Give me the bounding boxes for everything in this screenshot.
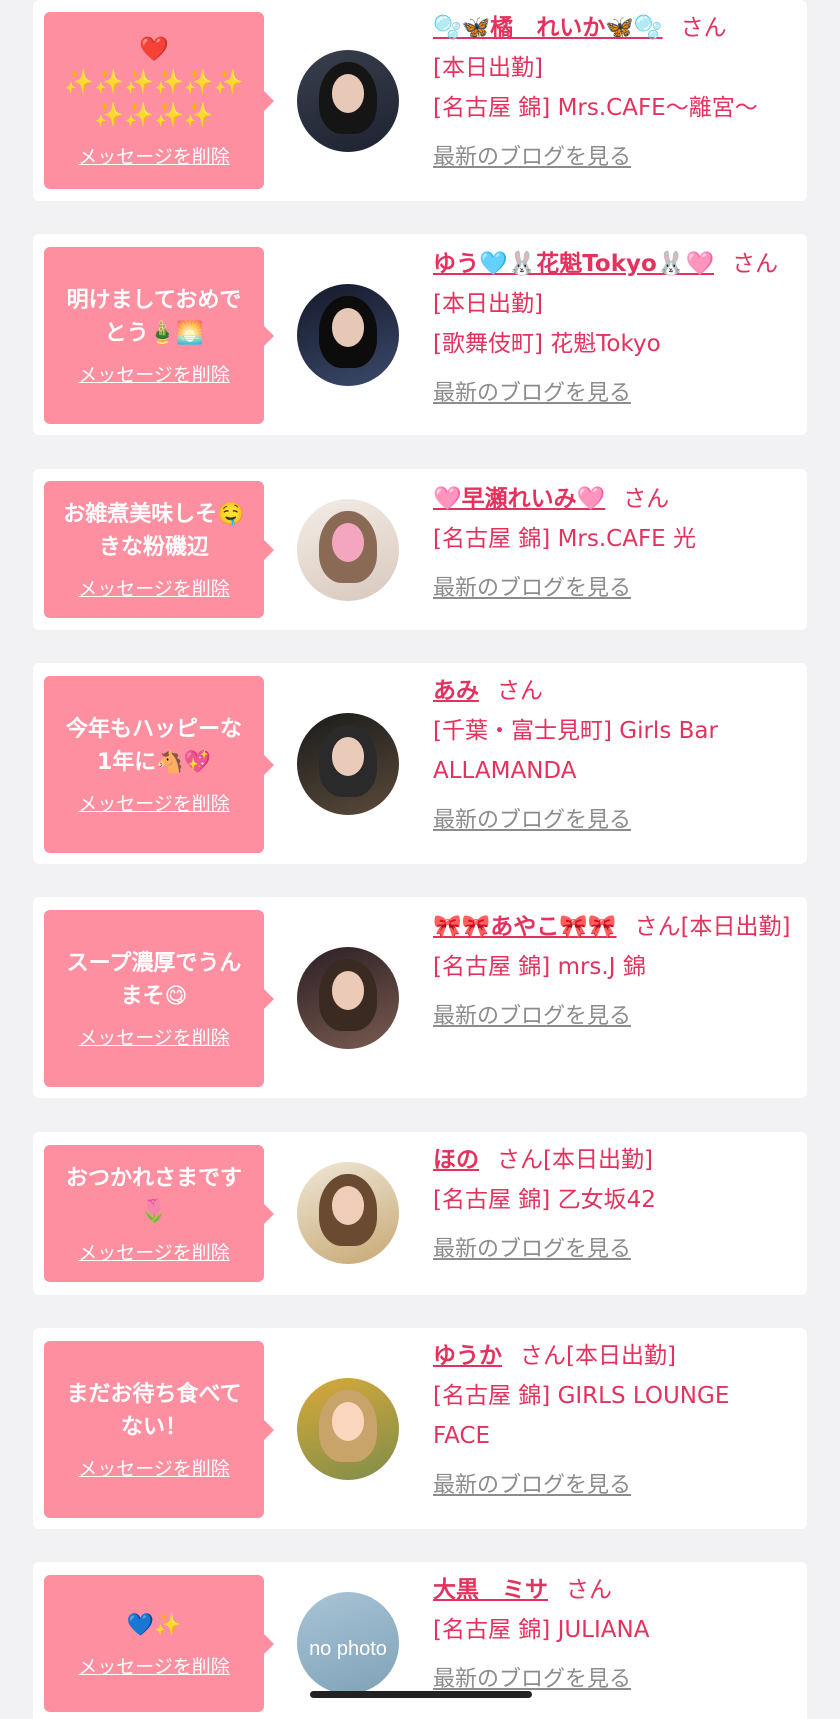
delete-message-link[interactable]: メッセージを削除 (78, 574, 230, 601)
delete-message-link[interactable]: メッセージを削除 (78, 1023, 230, 1050)
message-text: 明けましておめで とう🎍🌅 (66, 288, 242, 346)
profile-info: ゆうか さん[本日出勤] [名古屋 錦] GIRLS LOUNGE FACE 最新… (433, 1336, 793, 1506)
profile-name-link[interactable]: ゆうか (433, 1343, 502, 1369)
avatar[interactable] (297, 947, 399, 1049)
latest-blog-link[interactable]: 最新のブログを見る (433, 1466, 631, 1506)
message-bubble: お雑煮美味しそ🤤 きな粉磯辺 メッセージを削除 (44, 481, 274, 618)
message-text: ❤️ ✨✨✨✨✨✨ ✨✨✨✨ (64, 34, 244, 129)
honorific: さん (497, 1147, 543, 1173)
shop-text: [名古屋 錦] GIRLS LOUNGE FACE (433, 1383, 730, 1449)
avatar[interactable] (297, 713, 399, 815)
message-bubble: 💙✨ メッセージを削除 (44, 1575, 274, 1712)
profile-name-link[interactable]: 🫧🦋橘 れいか🦋🫧 (433, 15, 663, 41)
profile-info: ほの さん[本日出勤] [名古屋 錦] 乙女坂42 最新のブログを見る (433, 1140, 793, 1270)
message-card: おつかれさまです 🌷 メッセージを削除 ほの さん[本日出勤] [名古屋 錦] 乙… (33, 1132, 807, 1295)
delete-message-link[interactable]: メッセージを削除 (78, 789, 230, 816)
profile-name-link[interactable]: ほの (433, 1147, 479, 1173)
message-text: お雑煮美味しそ🤤 きな粉磯辺 (63, 502, 245, 560)
message-bubble: まだお待ち食べて ない！ メッセージを削除 (44, 1341, 274, 1518)
message-bubble: ❤️ ✨✨✨✨✨✨ ✨✨✨✨ メッセージを削除 (44, 12, 274, 189)
profile-name-link[interactable]: 🩷早瀬れいみ🩷 (433, 486, 605, 512)
message-text: 💙✨ (126, 1612, 182, 1638)
honorific: さん (623, 486, 670, 512)
no-photo-text: no photo (309, 1637, 387, 1660)
honorific: さん (566, 1577, 612, 1603)
message-bubble: おつかれさまです 🌷 メッセージを削除 (44, 1145, 274, 1282)
latest-blog-link[interactable]: 最新のブログを見る (433, 997, 631, 1037)
profile-info: 🫧🦋橘 れいか🦋🫧 さん [本日出勤] [名古屋 錦] Mrs.CAFE〜離宮〜 … (433, 8, 793, 178)
home-indicator[interactable] (310, 1691, 532, 1698)
shop-text: [名古屋 錦] JULIANA (433, 1617, 650, 1643)
profile-info: 大黒 ミサ さん [名古屋 錦] JULIANA 最新のブログを見る (433, 1570, 793, 1700)
shop-text: [名古屋 錦] mrs.J 錦 (433, 954, 646, 980)
message-card: 明けましておめで とう🎍🌅 メッセージを削除 ゆう🩵🐰花魁Tokyo🐰🩷 さん [… (33, 234, 807, 435)
profile-info: ゆう🩵🐰花魁Tokyo🐰🩷 さん [本日出勤] [歌舞伎町] 花魁Tokyo 最新… (433, 244, 793, 414)
status-text: [本日出勤] (543, 1147, 653, 1173)
avatar[interactable]: no photo (297, 1592, 399, 1694)
profile-info: 🩷早瀬れいみ🩷 さん [名古屋 錦] Mrs.CAFE 光 最新のブログを見る (433, 479, 793, 609)
shop-text: [名古屋 錦] 乙女坂42 (433, 1187, 656, 1213)
latest-blog-link[interactable]: 最新のブログを見る (433, 569, 631, 609)
avatar[interactable] (297, 1162, 399, 1264)
shop-text: [名古屋 錦] Mrs.CAFE 光 (433, 526, 697, 552)
profile-name-link[interactable]: あみ (433, 678, 479, 704)
message-bubble: 明けましておめで とう🎍🌅 メッセージを削除 (44, 247, 274, 424)
shop-text: [本日出勤] [歌舞伎町] 花魁Tokyo (433, 291, 661, 357)
message-card: スープ濃厚でうん まそ😋 メッセージを削除 🎀🎀あやこ🎀🎀 さん[本日出勤] [名… (33, 897, 807, 1098)
delete-message-link[interactable]: メッセージを削除 (78, 360, 230, 387)
delete-message-link[interactable]: メッセージを削除 (78, 1238, 230, 1265)
delete-message-link[interactable]: メッセージを削除 (78, 1652, 230, 1679)
latest-blog-link[interactable]: 最新のブログを見る (433, 138, 631, 178)
message-text: 今年もハッピーな 1年に🐴💖 (65, 717, 242, 775)
honorific: さん (680, 15, 727, 41)
latest-blog-link[interactable]: 最新のブログを見る (433, 1230, 631, 1270)
message-bubble: 今年もハッピーな 1年に🐴💖 メッセージを削除 (44, 676, 274, 853)
honorific: さん (497, 678, 543, 704)
status-text: [本日出勤] (680, 914, 791, 940)
honorific: さん (520, 1343, 566, 1369)
profile-info: 🎀🎀あやこ🎀🎀 さん[本日出勤] [名古屋 錦] mrs.J 錦 最新のブログを見… (433, 907, 793, 1037)
message-text: スープ濃厚でうん まそ😋 (66, 951, 242, 1009)
shop-text: [本日出勤] [名古屋 錦] Mrs.CAFE〜離宮〜 (433, 55, 758, 121)
delete-message-link[interactable]: メッセージを削除 (78, 142, 230, 169)
profile-name-link[interactable]: ゆう🩵🐰花魁Tokyo🐰🩷 (433, 251, 714, 277)
profile-name-link[interactable]: 🎀🎀あやこ🎀🎀 (433, 914, 617, 940)
status-text: [本日出勤] (566, 1343, 676, 1369)
message-card: お雑煮美味しそ🤤 きな粉磯辺 メッセージを削除 🩷早瀬れいみ🩷 さん [名古屋 錦… (33, 469, 807, 630)
avatar[interactable] (297, 284, 399, 386)
shop-text: [千葉・富士見町] Girls Bar ALLAMANDA (433, 718, 718, 784)
honorific: さん (634, 914, 681, 940)
avatar[interactable] (297, 1378, 399, 1480)
message-card: ❤️ ✨✨✨✨✨✨ ✨✨✨✨ メッセージを削除 🫧🦋橘 れいか🦋🫧 さん [本日出… (33, 0, 807, 201)
message-card: まだお待ち食べて ない！ メッセージを削除 ゆうか さん[本日出勤] [名古屋 錦… (33, 1328, 807, 1529)
avatar[interactable] (297, 499, 399, 601)
avatar[interactable] (297, 50, 399, 152)
honorific: さん (732, 251, 779, 277)
delete-message-link[interactable]: メッセージを削除 (78, 1454, 230, 1481)
profile-info: あみ さん [千葉・富士見町] Girls Bar ALLAMANDA 最新のブロ… (433, 671, 793, 841)
message-bubble: スープ濃厚でうん まそ😋 メッセージを削除 (44, 910, 274, 1087)
message-card: 今年もハッピーな 1年に🐴💖 メッセージを削除 あみ さん [千葉・富士見町] G… (33, 663, 807, 864)
latest-blog-link[interactable]: 最新のブログを見る (433, 801, 631, 841)
message-text: まだお待ち食べて ない！ (66, 1382, 242, 1440)
latest-blog-link[interactable]: 最新のブログを見る (433, 374, 631, 414)
message-text: おつかれさまです 🌷 (65, 1166, 242, 1224)
profile-name-link[interactable]: 大黒 ミサ (433, 1577, 548, 1603)
